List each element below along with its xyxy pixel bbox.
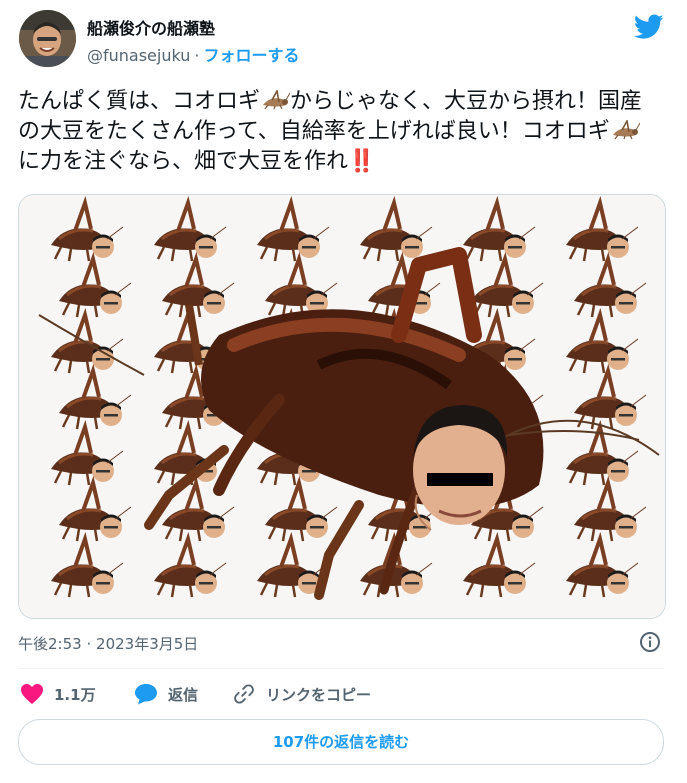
reply-button[interactable]: 返信 [134,681,198,707]
meta-separator: · [86,635,92,653]
reply-label: 返信 [168,685,199,704]
copy-link-button[interactable]: リンクをコピー [232,681,371,707]
copy-link-label: リンクをコピー [266,685,372,704]
cricket-image [19,195,665,618]
tweet-text: たんぱく質は、コオロギ からじゃなく、大豆から摂れ！国産の大豆をたくさん作って、自… [18,87,658,177]
user-avatar[interactable] [19,10,76,67]
like-button[interactable]: 1.1万 [20,681,96,707]
tweet-timestamp[interactable]: 午後2:53 · 2023年3月5日 [18,633,198,654]
twitter-bird-icon[interactable] [634,14,664,40]
tweet-time: 午後2:53 [18,635,82,653]
like-count: 1.1万 [54,685,96,704]
link-icon [234,684,254,704]
divider [18,668,664,669]
author-name[interactable]: 船瀬俊介の船瀬塾 [87,15,215,39]
reply-bubble-icon [135,684,157,705]
tweet-media-image[interactable] [18,194,666,619]
info-icon[interactable] [639,631,661,653]
heart-icon [21,684,43,704]
cricket-emoji-icon [612,120,640,140]
tweet-text-part-1: たんぱく質は、コオロギ [18,89,261,114]
handle-separator: · [194,46,200,65]
tweet-text-part-3: に力を注ぐなら、畑で大豆を作れ [18,149,349,174]
read-replies-button[interactable]: 107件の返信を読む [18,719,664,765]
tweet-date: 2023年3月5日 [96,635,199,653]
author-handle[interactable]: @funasejuku [87,46,190,65]
author-handle-row: @funasejuku · フォローする [87,42,300,66]
follow-button[interactable]: フォローする [204,46,300,65]
cricket-emoji-icon [263,90,291,110]
double-exclamation-emoji: ‼️ [348,149,376,174]
tweet-card: 船瀬俊介の船瀬塾 @funasejuku · フォローする たんぱく質は、コオロギか… [0,0,687,783]
